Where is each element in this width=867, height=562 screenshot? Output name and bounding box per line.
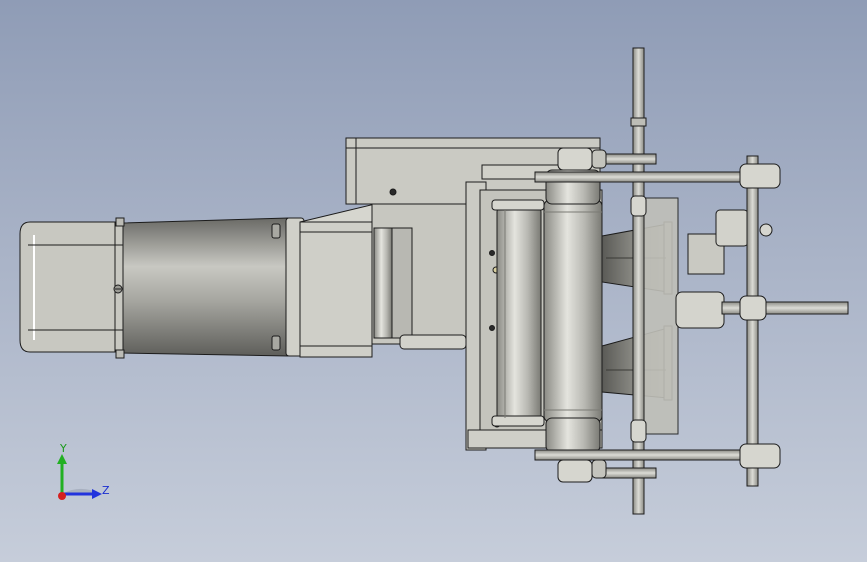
large-roller[interactable] xyxy=(543,169,603,453)
motor-body[interactable] xyxy=(115,217,289,359)
motor-end-cap[interactable] xyxy=(19,221,124,353)
horizontal-rod-bottom[interactable] xyxy=(534,443,781,483)
horizontal-rod-middle[interactable] xyxy=(721,295,849,321)
cad-graphics-viewport[interactable]: Y Z xyxy=(0,0,867,562)
vertical-rod-left[interactable] xyxy=(630,47,647,515)
horizontal-rod-top[interactable] xyxy=(534,147,781,189)
small-roller[interactable] xyxy=(491,199,545,427)
assembly-model[interactable] xyxy=(0,0,867,562)
z-axis-label: Z xyxy=(102,484,110,497)
vertical-rod-right[interactable] xyxy=(746,155,759,487)
y-axis-label: Y xyxy=(60,442,67,455)
coordinate-triad: Y Z xyxy=(52,442,122,508)
